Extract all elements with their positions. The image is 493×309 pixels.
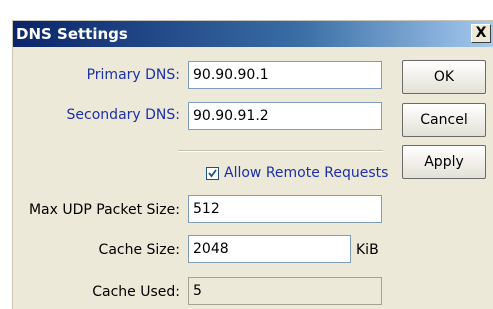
max-udp-packet-size-input[interactable]: 512 xyxy=(188,195,382,223)
secondary-dns-label: Secondary DNS: xyxy=(66,107,180,123)
allow-remote-requests-label[interactable]: Allow Remote Requests xyxy=(224,165,388,181)
checkmark-icon xyxy=(208,169,217,178)
window-title: DNS Settings xyxy=(16,25,128,43)
primary-dns-input[interactable]: 90.90.90.1 xyxy=(188,61,382,89)
close-button[interactable]: X xyxy=(471,24,491,43)
cache-size-unit: KiB xyxy=(356,242,379,258)
apply-button[interactable]: Apply xyxy=(402,145,486,179)
secondary-dns-input[interactable]: 90.90.91.2 xyxy=(188,102,382,130)
cache-size-input[interactable]: 2048 xyxy=(188,235,351,263)
cache-size-label: Cache Size: xyxy=(98,242,180,258)
allow-remote-requests-checkbox[interactable] xyxy=(206,167,219,180)
separator xyxy=(178,150,383,152)
primary-dns-label: Primary DNS: xyxy=(86,67,180,83)
dns-settings-dialog: DNS Settings X Primary DNS: 90.90.90.1 S… xyxy=(12,20,493,309)
cache-used-field: 5 xyxy=(188,277,382,305)
cancel-button[interactable]: Cancel xyxy=(402,103,486,137)
cache-used-label: Cache Used: xyxy=(92,284,180,300)
close-icon: X xyxy=(475,25,487,41)
ok-button[interactable]: OK xyxy=(402,60,486,94)
title-bar[interactable]: DNS Settings X xyxy=(13,21,493,47)
max-udp-packet-size-label: Max UDP Packet Size: xyxy=(28,202,180,218)
